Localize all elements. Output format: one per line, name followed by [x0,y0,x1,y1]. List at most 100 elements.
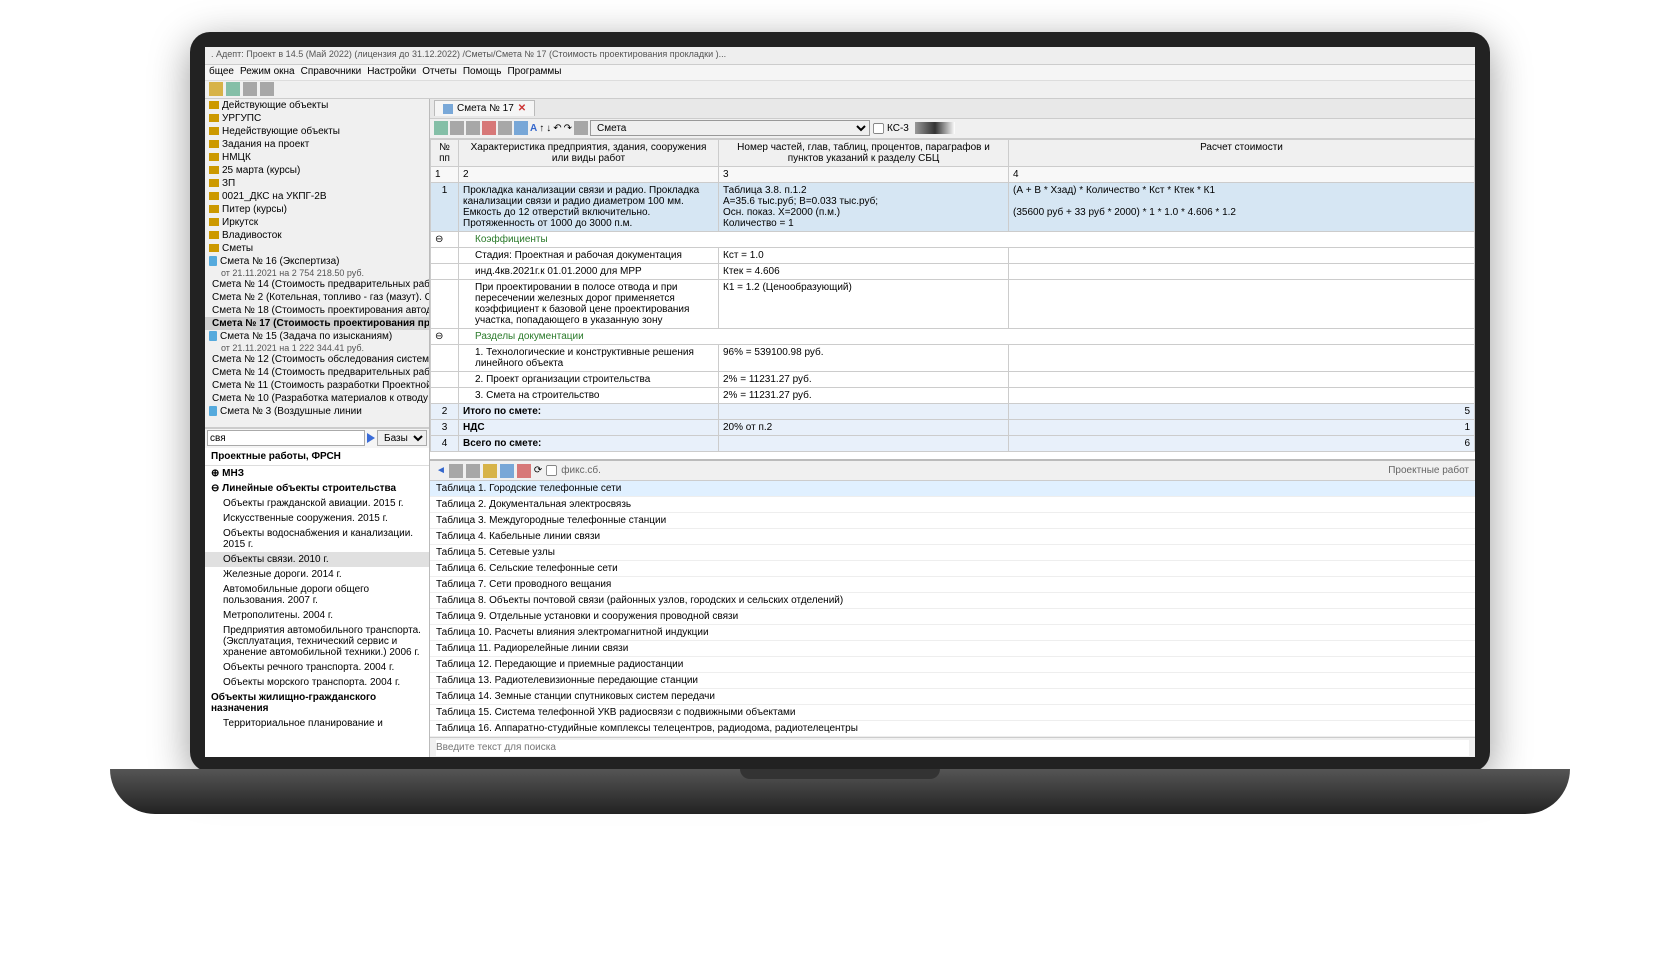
grid-row[interactable]: инд.4кв.2021г.к 01.01.2000 для МРРКтек =… [431,263,1475,279]
catalog-item[interactable]: Объекты связи. 2010 г. [205,552,429,567]
menu-item[interactable]: бщее [209,66,234,79]
reference-item[interactable]: Таблица 15. Система телефонной УКВ радио… [430,705,1475,721]
ks3-checkbox[interactable] [873,122,884,133]
tree-folder[interactable]: Действующие объекты [205,99,429,112]
catalog-item[interactable]: Автомобильные дороги общего пользования.… [205,582,429,608]
tree-document[interactable]: Смета № 10 (Разработка материалов к отво… [205,392,429,405]
reference-item[interactable]: Таблица 3. Междугородные телефонные стан… [430,513,1475,529]
view-combo[interactable]: Смета [590,120,870,136]
reference-item[interactable]: Таблица 11. Радиорелейные линии связи [430,641,1475,657]
menu-item[interactable]: Настройки [367,66,416,79]
menu-item[interactable]: Помощь [463,66,502,79]
grid-row[interactable]: Стадия: Проектная и рабочая документация… [431,247,1475,263]
redo-icon[interactable]: ↷ [564,123,572,134]
menu-item[interactable]: Режим окна [240,66,295,79]
reference-item[interactable]: Таблица 4. Кабельные линии связи [430,529,1475,545]
tree-folder[interactable]: Владивосток [205,229,429,242]
tool-icon[interactable] [449,464,463,478]
tree-document[interactable]: Смета № 17 (Стоимость проектирования про… [205,317,429,330]
reference-item[interactable]: Таблица 12. Передающие и приемные радиос… [430,657,1475,673]
tree-folder[interactable]: 25 марта (курсы) [205,164,429,177]
arrow-up-icon[interactable]: ↑ [539,123,544,134]
grid-total-row[interactable]: 4Всего по смете:6 [431,435,1475,451]
book-icon[interactable] [500,464,514,478]
tree-folder[interactable]: Задания на проект [205,138,429,151]
delete-icon[interactable] [482,121,496,135]
project-tree[interactable]: Действующие объектыУРГУПСНедействующие о… [205,99,429,428]
flag-icon[interactable] [517,464,531,478]
fix-checkbox[interactable] [546,465,557,476]
catalog-item[interactable]: Объекты гражданской авиации. 2015 г. [205,496,429,511]
coefficients-header[interactable]: Коэффициенты [459,231,1475,247]
a-tool-icon[interactable]: А [530,123,537,134]
grid-row-1[interactable]: 1 Прокладка канализации связи и радио. П… [431,182,1475,231]
tree-document[interactable]: Смета № 3 (Воздушные линии [205,405,429,418]
menu-item[interactable]: Отчеты [422,66,457,79]
reference-item[interactable]: Таблица 10. Расчеты влияния электромагни… [430,625,1475,641]
tree-document[interactable]: Смета № 2 (Котельная, топливо - газ (маз… [205,291,429,304]
search-go-icon[interactable] [367,433,375,443]
cut-icon[interactable] [498,121,512,135]
folder-icon[interactable] [209,82,223,96]
undo-icon[interactable]: ↶ [553,123,561,134]
reference-item[interactable]: Таблица 6. Сельские телефонные сети [430,561,1475,577]
tree-folder[interactable]: Недействующие объекты [205,125,429,138]
catalog-mnz[interactable]: ⊕ МНЗ [205,466,429,481]
new-doc-icon[interactable] [226,82,240,96]
grid-row[interactable]: 1. Технологические и конструктивные реше… [431,344,1475,371]
reference-item[interactable]: Таблица 5. Сетевые узлы [430,545,1475,561]
tree-document[interactable]: Смета № 14 (Стоимость предварительных ра… [205,278,429,291]
folder-icon[interactable] [483,464,497,478]
paste-icon[interactable] [514,121,528,135]
tree-folder[interactable]: 0021_ДКС на УКПГ-2В [205,190,429,203]
tree-folder[interactable]: Питер (курсы) [205,203,429,216]
tree-document[interactable]: Смета № 11 (Стоимость разработки Проектн… [205,379,429,392]
catalog-housing-header[interactable]: Объекты жилищно-гражданского назначения [205,690,429,716]
catalog-tree[interactable]: Проектные работы, ФРСН ⊕ МНЗ ⊖ Линейные … [205,448,429,757]
tree-folder[interactable]: УРГУПС [205,112,429,125]
catalog-item[interactable]: Искусственные сооружения. 2015 г. [205,511,429,526]
grid-row[interactable]: 3. Смета на строительство2% = 11231.27 р… [431,387,1475,403]
copy-icon[interactable] [466,121,480,135]
reference-item[interactable]: Таблица 2. Документальная электросвязь [430,497,1475,513]
catalog-item[interactable]: Железные дороги. 2014 г. [205,567,429,582]
tree-document[interactable]: Смета № 15 (Задача по изысканиям) [205,330,429,343]
tree-document[interactable]: Смета № 12 (Стоимость обследования систе… [205,353,429,366]
reference-item[interactable]: Таблица 7. Сети проводного вещания [430,577,1475,593]
save-icon[interactable] [434,121,448,135]
reference-item[interactable]: Таблица 1. Городские телефонные сети [430,481,1475,497]
tree-folder[interactable]: ЗП [205,177,429,190]
menu-item[interactable]: Программы [507,66,561,79]
close-icon[interactable]: ✕ [518,103,526,114]
tree-folder[interactable]: Сметы [205,242,429,255]
catalog-linear-header[interactable]: ⊖ Линейные объекты строительства [205,481,429,496]
grid-row[interactable]: 2. Проект организации строительства2% = … [431,371,1475,387]
grid-total-row[interactable]: 2Итого по смете:5 [431,403,1475,419]
catalog-item[interactable]: Предприятия автомобильного транспорта. (… [205,623,429,660]
reference-search-input[interactable] [436,740,1469,756]
estimate-grid[interactable]: № пп Характеристика предприятия, здания,… [430,139,1475,461]
catalog-item[interactable]: Метрополитены. 2004 г. [205,608,429,623]
grid-total-row[interactable]: 3НДС20% от п.21 [431,419,1475,435]
tree-folder[interactable]: Иркутск [205,216,429,229]
copy-icon[interactable] [243,82,257,96]
reference-item[interactable]: Таблица 8. Объекты почтовой связи (район… [430,593,1475,609]
menu-item[interactable]: Справочники [301,66,362,79]
catalog-item[interactable]: Объекты речного транспорта. 2004 г. [205,660,429,675]
catalog-item[interactable]: Территориальное планирование и [205,716,429,731]
sections-header[interactable]: Разделы документации [459,328,1475,344]
reference-item[interactable]: Таблица 14. Земные станции спутниковых с… [430,689,1475,705]
grid-row[interactable]: При проектировании в полосе отвода и при… [431,279,1475,328]
tree-document[interactable]: Смета № 18 (Стоимость проектирования авт… [205,304,429,317]
delete-icon[interactable] [260,82,274,96]
search-scope-select[interactable]: Базы [377,430,427,446]
print-icon[interactable] [450,121,464,135]
arrow-down-icon[interactable]: ↓ [546,123,551,134]
catalog-item[interactable]: Объекты водоснабжения и канализации. 201… [205,526,429,552]
reference-item[interactable]: Таблица 13. Радиотелевизионные передающи… [430,673,1475,689]
arrow-left-icon[interactable]: ◄ [436,465,446,476]
search-icon[interactable] [574,121,588,135]
catalog-item[interactable]: Объекты морского транспорта. 2004 г. [205,675,429,690]
reference-item[interactable]: Таблица 9. Отдельные установки и сооруже… [430,609,1475,625]
reference-list[interactable]: Таблица 1. Городские телефонные сетиТабл… [430,481,1475,736]
